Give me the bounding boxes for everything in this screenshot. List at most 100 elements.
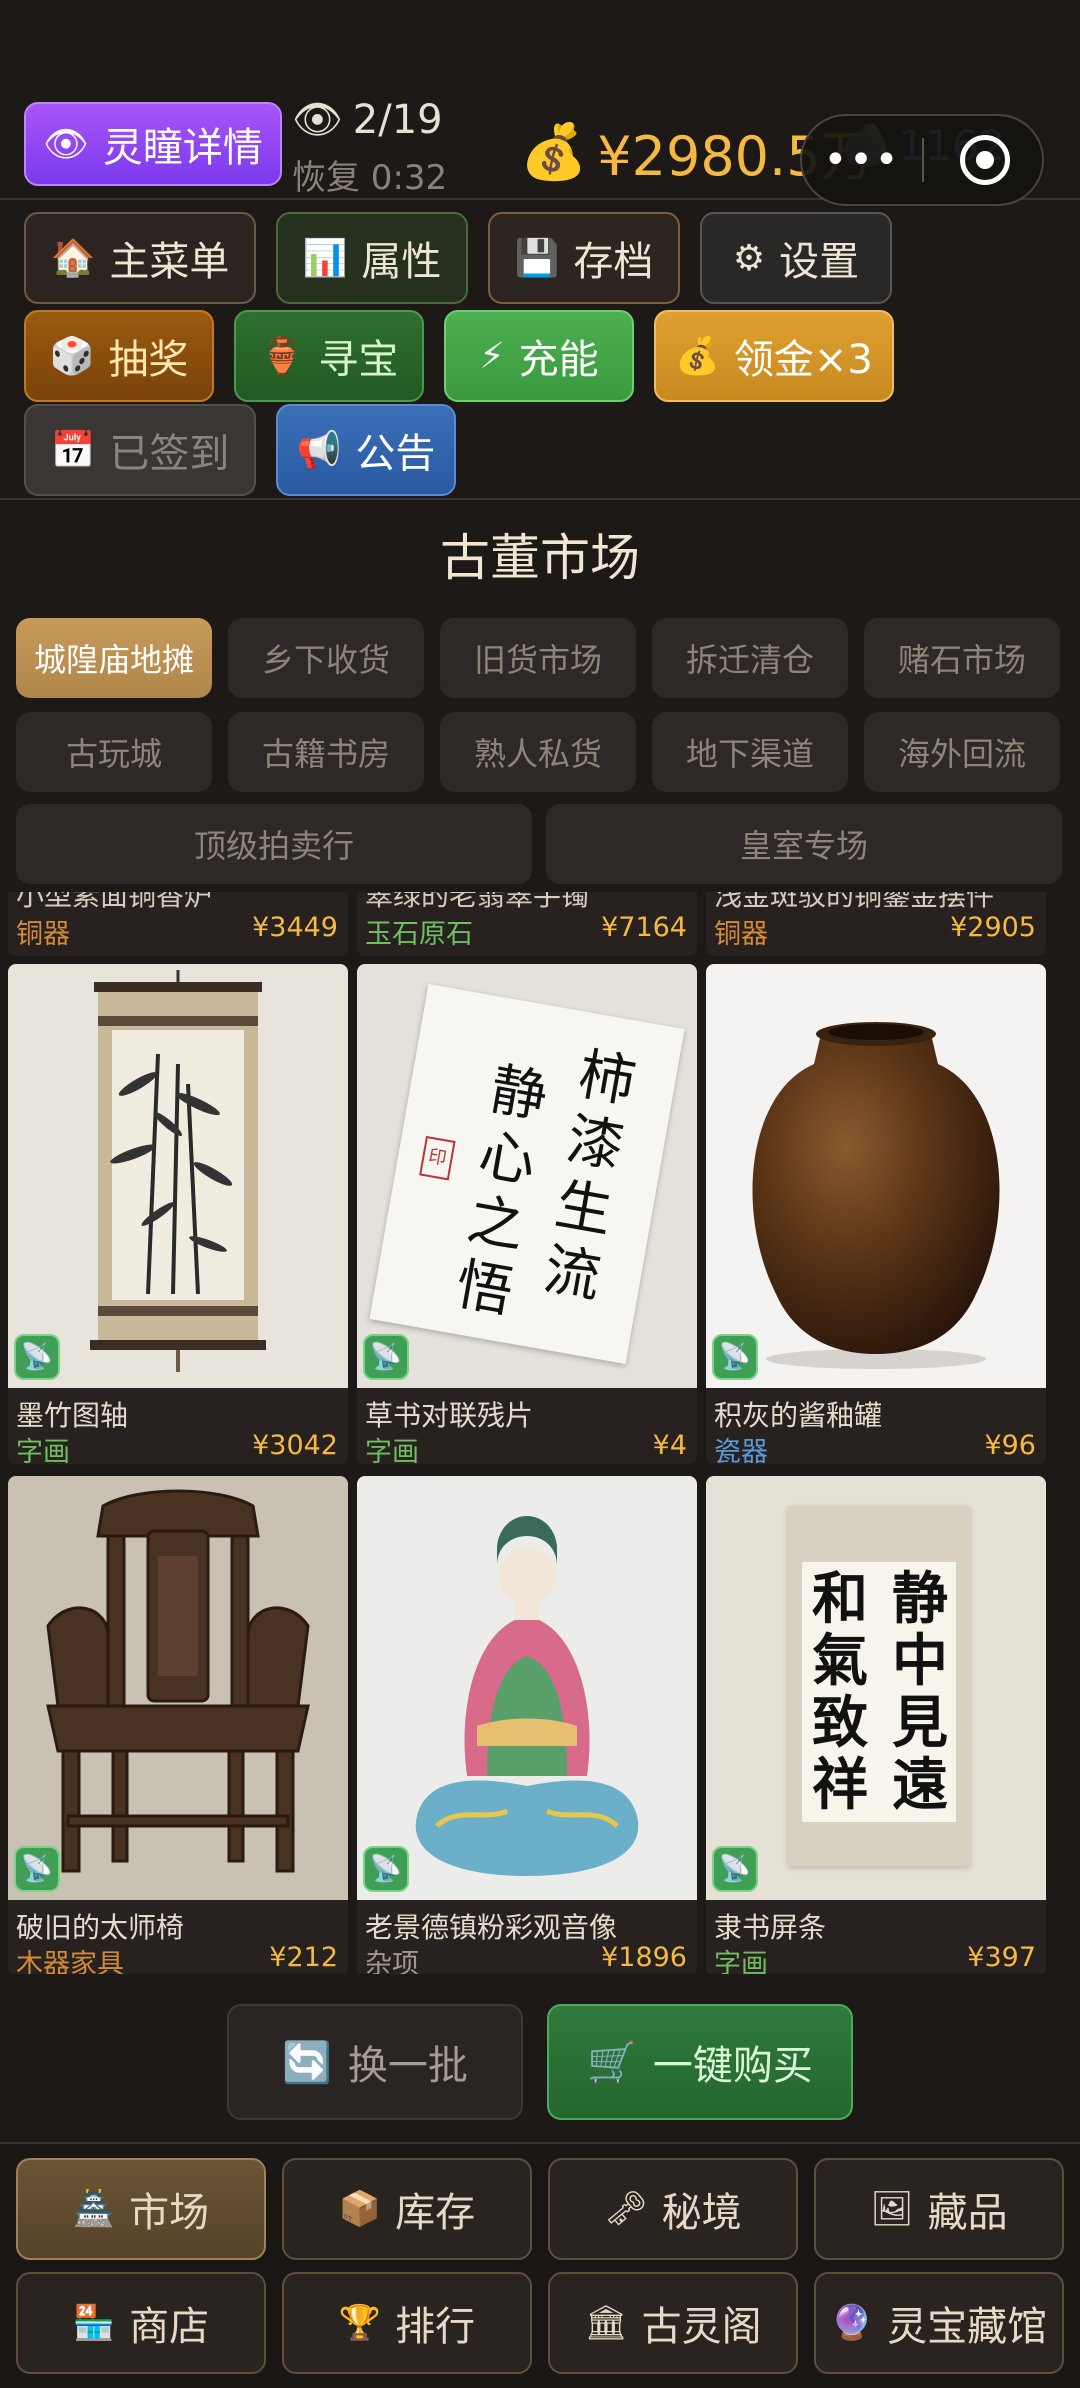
item-card[interactable]: 小型素面铜香炉 铜器 ¥3449 (8, 892, 348, 956)
nav-label: 古灵阁 (641, 2304, 762, 2350)
recover-timer: 恢复 0:32 (292, 158, 448, 198)
satellite-badge-icon: 📡 (712, 1846, 758, 1892)
lottery-button[interactable]: 🎲 抽奖 (24, 310, 214, 402)
market-tab[interactable]: 古籍书房 (228, 712, 424, 792)
item-price: ¥3042 (252, 1430, 338, 1461)
satellite-badge-icon: 📡 (363, 1846, 409, 1892)
item-card[interactable]: 静中見遠 和氣致祥 📡 隶书屏条 字画 ¥397 (706, 1476, 1046, 1974)
toolbar-row-3: 📅 已签到 📢 公告 (24, 404, 456, 496)
market-tab[interactable]: 旧货市场 (440, 618, 636, 698)
item-card[interactable]: 柿漆生流 静心之悟 印 📡 草书对联残片 字画 ¥4 (357, 964, 697, 1464)
money-bag-icon: 💰 (675, 336, 720, 377)
nav-label: 市场 (129, 2190, 210, 2236)
market-tab-auction[interactable]: 顶级拍卖行 (16, 804, 532, 884)
save-label: 存档 (573, 239, 654, 285)
market-tab[interactable]: 地下渠道 (652, 712, 848, 792)
nav-treasure-museum[interactable]: 🔮 灵宝藏馆 (814, 2272, 1064, 2374)
spirit-eye-details-button[interactable]: 👁 灵瞳详情 (24, 102, 282, 186)
close-target-icon[interactable] (960, 135, 1010, 185)
eye-icon: 👁 (292, 97, 343, 143)
satellite-badge-icon: 📡 (14, 1846, 60, 1892)
refresh-batch-button[interactable]: 🔄 换一批 (227, 2004, 523, 2120)
market-tab[interactable]: 城隍庙地摊 (16, 618, 212, 698)
buy-all-label: 一键购买 (652, 2043, 813, 2089)
market-tab[interactable]: 赌石市场 (864, 618, 1060, 698)
cart-icon: 🛒 (587, 2039, 637, 2086)
cursive-text-left: 静心之悟 (451, 1056, 553, 1326)
item-price: ¥3449 (252, 912, 338, 943)
nav-market[interactable]: 🏯 市场 (16, 2158, 266, 2260)
satellite-badge-icon: 📡 (14, 1334, 60, 1380)
money-bag-icon: 💰 (520, 119, 588, 183)
market-tab[interactable]: 熟人私货 (440, 712, 636, 792)
nav-label: 商店 (129, 2304, 210, 2350)
market-tab[interactable]: 拆迁清仓 (652, 618, 848, 698)
nav-inventory[interactable]: 📦 库存 (282, 2158, 532, 2260)
item-card[interactable]: 📡 墨竹图轴 字画 ¥3042 (8, 964, 348, 1464)
megaphone-icon: 📢 (296, 430, 342, 471)
item-grid: 📡 墨竹图轴 字画 ¥3042 柿漆生流 静心之悟 印 📡 草书对联残片 字画 … (8, 964, 1072, 1974)
nav-guling-pavilion[interactable]: 🏛 古灵阁 (548, 2272, 798, 2374)
nav-shop[interactable]: 🏪 商店 (16, 2272, 266, 2374)
item-name: 浅金斑驳的铜鎏金摆件 (714, 892, 995, 912)
item-image-guanyin-statue: 📡 (357, 1476, 697, 1900)
attributes-label: 属性 (361, 239, 442, 285)
item-image-bamboo-scroll: 📡 (8, 964, 348, 1388)
capsule-divider (922, 138, 924, 182)
save-button[interactable]: 💾 存档 (488, 212, 680, 304)
item-name: 翠绿的老翡翠手镯 (365, 892, 590, 912)
item-category: 杂项 (365, 1949, 419, 1974)
treasure-hunt-label: 寻宝 (318, 337, 399, 383)
item-card[interactable]: 📡 老景德镇粉彩观音像 杂项 ¥1896 (357, 1476, 697, 1974)
crystal-ball-icon: 🔮 (830, 2303, 874, 2343)
nav-label: 库存 (395, 2190, 476, 2236)
settings-button[interactable]: ⚙ 设置 (700, 212, 892, 304)
attributes-button[interactable]: 📊 属性 (276, 212, 468, 304)
market-tab-royal[interactable]: 皇室专场 (546, 804, 1062, 884)
lightning-icon: ⚡ (479, 335, 505, 377)
section-divider (0, 498, 1080, 500)
item-name: 小型素面铜香炉 (16, 892, 213, 912)
claim-gold-button[interactable]: 💰 领金×3 (654, 310, 894, 402)
item-card[interactable]: 翠绿的老翡翠手镯 玉石原石 ¥7164 (357, 892, 697, 956)
item-price: ¥397 (967, 1942, 1036, 1973)
market-tab[interactable]: 海外回流 (864, 712, 1060, 792)
satellite-badge-icon: 📡 (712, 1334, 758, 1380)
item-image-clerical-scroll: 静中見遠 和氣致祥 📡 (706, 1476, 1046, 1900)
market-tabs: 城隍庙地摊 乡下收货 旧货市场 拆迁清仓 赌石市场 古玩城 古籍书房 熟人私货 … (16, 618, 1064, 792)
market-tab[interactable]: 乡下收货 (228, 618, 424, 698)
house-icon: 🏠 (50, 238, 96, 279)
announcement-button[interactable]: 📢 公告 (276, 404, 456, 496)
secret-realm-icon: 🗝 (604, 2189, 648, 2229)
item-card[interactable]: 浅金斑驳的铜鎏金摆件 铜器 ¥2905 (706, 892, 1046, 956)
item-list[interactable]: 小型素面铜香炉 铜器 ¥3449 翠绿的老翡翠手镯 玉石原石 ¥7164 浅金斑… (0, 892, 1080, 1974)
main-menu-button[interactable]: 🏠 主菜单 (24, 212, 256, 304)
spirit-eye-label: 灵瞳详情 (102, 125, 263, 171)
nav-collection[interactable]: 🖼 藏品 (814, 2158, 1064, 2260)
paper-sheet: 柿漆生流 静心之悟 印 (369, 984, 685, 1364)
signed-in-button[interactable]: 📅 已签到 (24, 404, 256, 496)
nav-ranking[interactable]: 🏆 排行 (282, 2272, 532, 2374)
announcement-label: 公告 (355, 431, 436, 477)
partial-item-row: 小型素面铜香炉 铜器 ¥3449 翠绿的老翡翠手镯 玉石原石 ¥7164 浅金斑… (8, 892, 1072, 956)
nav-label: 排行 (395, 2304, 476, 2350)
refresh-label: 换一批 (347, 2043, 468, 2089)
nav-secret-realm[interactable]: 🗝 秘境 (548, 2158, 798, 2260)
item-price: ¥4 (652, 1430, 687, 1461)
buy-all-button[interactable]: 🛒 一键购买 (547, 2004, 853, 2120)
item-card[interactable]: 📡 破旧的太师椅 木器家具 ¥212 (8, 1476, 348, 1974)
lottery-label: 抽奖 (108, 337, 189, 383)
item-card[interactable]: 📡 积灰的酱釉罐 瓷器 ¥96 (706, 964, 1046, 1464)
miniprogram-capsule: ••• (800, 114, 1044, 206)
more-menu-icon[interactable]: ••• (802, 137, 922, 183)
item-name: 隶书屏条 (714, 1911, 827, 1944)
item-price: ¥1896 (601, 1942, 687, 1973)
item-category: 字画 (365, 1437, 419, 1464)
recharge-button[interactable]: ⚡ 充能 (444, 310, 634, 402)
market-tab[interactable]: 古玩城 (16, 712, 212, 792)
item-name: 积灰的酱釉罐 (714, 1399, 883, 1432)
item-category: 瓷器 (714, 1437, 768, 1464)
action-row: 🔄 换一批 🛒 一键购买 (0, 2004, 1080, 2120)
treasure-hunt-button[interactable]: 🏺 寻宝 (234, 310, 424, 402)
eye-icon: 👁 (43, 124, 89, 165)
